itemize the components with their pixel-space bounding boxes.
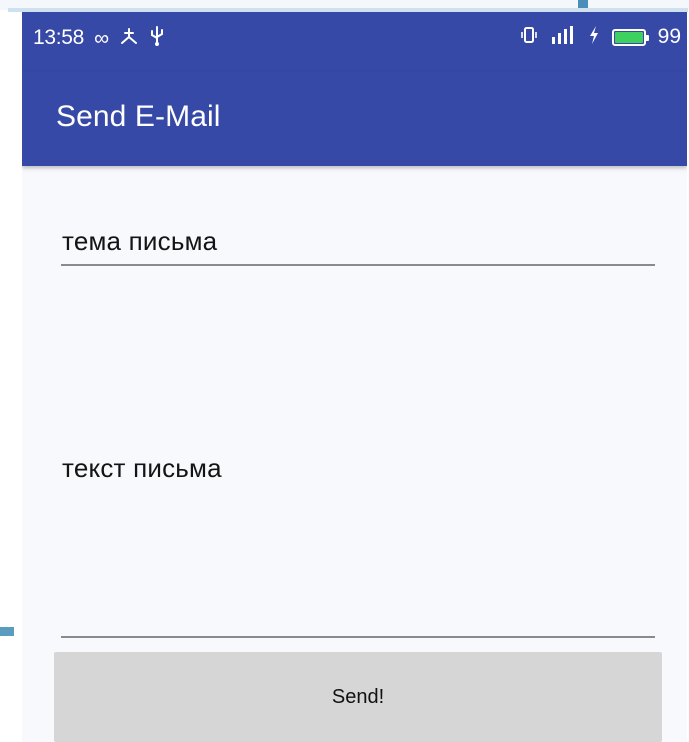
battery-fill [614, 31, 644, 43]
app-bar: Send E-Mail [22, 72, 687, 166]
subject-placeholder: тема письма [62, 226, 218, 256]
slide-frame: 13:58 ∞ 99 Send E-Mail тема письма текст… [0, 0, 689, 742]
status-left-group: 13:58 ∞ [33, 25, 165, 51]
battery-icon [611, 28, 649, 46]
app-title: Send E-Mail [56, 100, 221, 133]
status-time: 13:58 [33, 26, 85, 49]
phone-screen: 13:58 ∞ 99 Send E-Mail тема письма текст… [22, 12, 687, 742]
body-field[interactable]: текст письма [61, 449, 655, 638]
battery-level: 99 [657, 25, 681, 48]
frame-corner-mark [578, 0, 588, 8]
status-right-group: 99 [520, 25, 681, 49]
signal-icon [550, 25, 576, 49]
body-placeholder: текст письма [62, 453, 222, 483]
frame-left-mark [0, 627, 14, 636]
usb-icon [149, 25, 165, 51]
infinity-icon: ∞ [94, 26, 109, 50]
usb-debug-icon [119, 27, 139, 49]
subject-field[interactable]: тема письма [61, 224, 655, 266]
send-button[interactable]: Send! [54, 652, 662, 742]
charging-icon [588, 25, 600, 49]
status-bar: 13:58 ∞ 99 [22, 12, 687, 72]
vibrate-icon [520, 26, 538, 48]
